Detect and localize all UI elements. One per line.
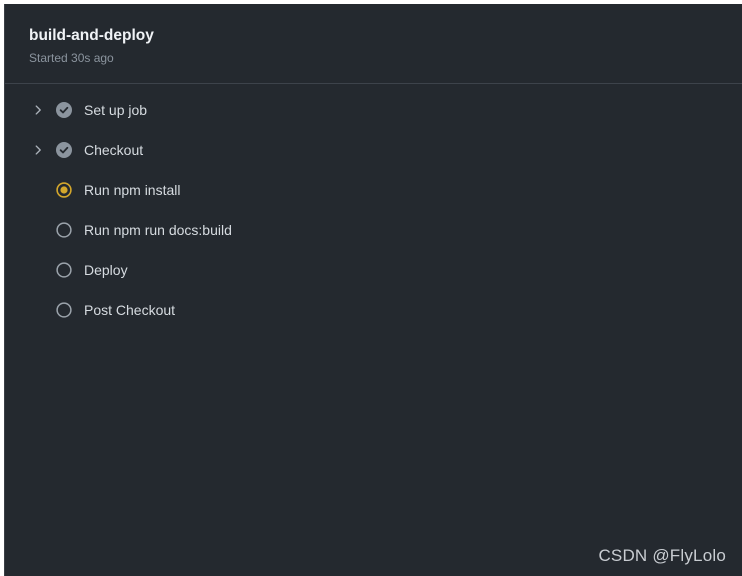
check-circle-icon (56, 102, 72, 118)
step-post-checkout[interactable]: Post Checkout (5, 290, 742, 330)
job-panel: build-and-deploy Started 30s ago Set up … (4, 4, 742, 576)
check-circle-icon (56, 142, 72, 158)
steps-list: Set up job Checkout Run npm install Run … (5, 84, 742, 330)
step-label: Set up job (84, 102, 148, 118)
step-run-npm-run-docs-build[interactable]: Run npm run docs:build (5, 210, 742, 250)
step-deploy[interactable]: Deploy (5, 250, 742, 290)
step-label: Post Checkout (84, 302, 176, 318)
empty-circle-icon (56, 222, 72, 238)
empty-circle-icon (56, 302, 72, 318)
step-checkout[interactable]: Checkout (5, 130, 742, 170)
step-set-up-job[interactable]: Set up job (5, 90, 742, 130)
job-title: build-and-deploy (29, 27, 154, 44)
step-label: Run npm install (84, 182, 181, 198)
step-label: Deploy (84, 262, 128, 278)
step-label: Checkout (84, 142, 144, 158)
chevron-right-icon[interactable] (31, 103, 45, 117)
watermark-text: CSDN @FlyLolo (598, 546, 726, 565)
step-run-npm-install[interactable]: Run npm install (5, 170, 742, 210)
empty-circle-icon (56, 262, 72, 278)
chevron-right-icon[interactable] (31, 143, 45, 157)
in-progress-circle-icon (56, 182, 72, 198)
step-label: Run npm run docs:build (84, 222, 232, 238)
job-started-time: Started 30s ago (29, 51, 114, 65)
job-header: build-and-deploy Started 30s ago (5, 4, 742, 84)
